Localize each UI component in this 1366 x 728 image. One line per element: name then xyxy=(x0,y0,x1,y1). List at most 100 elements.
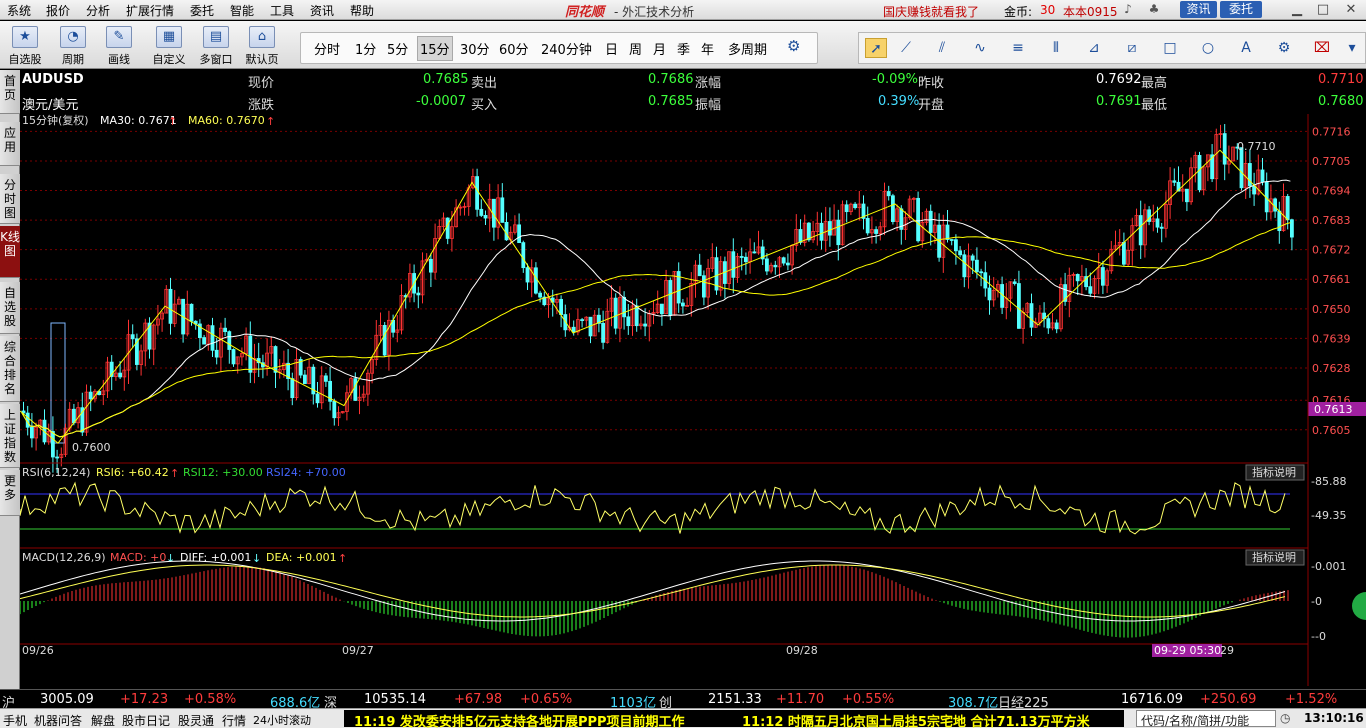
candle-body xyxy=(1185,188,1189,203)
parallel-line-icon[interactable]: ⫽ xyxy=(931,38,953,58)
rectangle-icon[interactable]: □ xyxy=(1159,38,1181,58)
candle-body xyxy=(580,319,584,322)
menu-tools[interactable]: 工具 xyxy=(270,2,294,19)
status-robot-qa[interactable]: 机器问答 xyxy=(34,712,82,728)
sidetab-more[interactable]: 更多 xyxy=(0,470,20,516)
menu-smart[interactable]: 智能 xyxy=(230,2,254,19)
candle-body xyxy=(500,197,505,223)
fan-line-icon[interactable]: ⊿ xyxy=(1083,38,1105,58)
ellipse-icon[interactable]: ○ xyxy=(1197,38,1219,58)
candle-body xyxy=(382,325,387,356)
sidetab-watchlist[interactable]: 自选股 xyxy=(0,282,20,334)
wave-line-icon[interactable]: ∿ xyxy=(969,38,991,58)
period-15min[interactable]: 15分 xyxy=(417,36,453,61)
menu-news[interactable]: 资讯 xyxy=(310,2,334,19)
period-multi[interactable]: 多周期 xyxy=(728,39,767,58)
status-analysis[interactable]: 解盘 xyxy=(91,712,115,728)
period-month[interactable]: 月 xyxy=(653,39,666,58)
candle-body xyxy=(807,222,811,241)
status-quote[interactable]: 行情 xyxy=(222,712,246,728)
sidetab-apps[interactable]: 应用 xyxy=(0,122,20,166)
candle-body xyxy=(1012,281,1017,284)
watchlist-button[interactable]: ★ 自选股 xyxy=(4,21,46,69)
price-tick: 0.7639 xyxy=(1312,332,1351,345)
candle-body xyxy=(773,264,778,268)
delete-drawing-icon[interactable]: ⌧ xyxy=(1311,38,1333,58)
period-5min[interactable]: 5分 xyxy=(387,39,408,58)
candle-body xyxy=(428,258,433,273)
menu-analysis[interactable]: 分析 xyxy=(86,2,110,19)
sidetab-kline[interactable]: K线图 xyxy=(0,226,20,278)
draw-settings-icon[interactable]: ⚙ xyxy=(1273,38,1295,58)
rsi12-label: RSI12: +30.00 xyxy=(183,466,263,479)
more-tools-icon[interactable]: ▾ xyxy=(1341,38,1363,58)
news-ticker[interactable]: 11:19 发改委安排5亿元支持各地开展PPP项目前期工作 11:12 时隔五月… xyxy=(344,710,1124,728)
candle-body xyxy=(962,254,967,278)
index-sz-value: 10535.14 xyxy=(364,692,427,707)
info-button[interactable]: 资讯 xyxy=(1180,1,1217,18)
cursor-icon[interactable]: ➚ xyxy=(865,38,887,58)
menu-extended-quote[interactable]: 扩展行情 xyxy=(126,2,174,19)
candle-body xyxy=(475,176,480,210)
line-tool-icon[interactable]: ⟋ xyxy=(895,38,917,58)
candle-body xyxy=(118,372,122,378)
customize-button[interactable]: ▦ 自定义 xyxy=(148,21,190,69)
menu-system[interactable]: 系统 xyxy=(7,2,31,19)
period-1min[interactable]: 1分 xyxy=(355,39,376,58)
period-240min[interactable]: 240分钟 xyxy=(541,39,592,58)
settings-gear-icon[interactable]: ⚙ xyxy=(787,37,800,55)
news-item-1[interactable]: 11:19 发改委安排5亿元支持各地开展PPP项目前期工作 xyxy=(354,711,685,728)
shirt-icon[interactable]: ♣ xyxy=(1146,2,1162,17)
period-week[interactable]: 周 xyxy=(629,39,642,58)
price-tick: 0.7672 xyxy=(1312,244,1351,257)
maximize-icon[interactable]: □ xyxy=(1310,1,1336,18)
main-period-label: 15分钟(复权) xyxy=(22,114,89,127)
kline-chart[interactable]: 15分钟(复权) MA30: 0.7671 MA60: 0.7670 ↑ ↑ 0… xyxy=(20,114,1366,686)
status-stock-link[interactable]: 股灵通 xyxy=(178,712,214,728)
channel-icon[interactable]: ⧄ xyxy=(1121,38,1143,58)
period-year[interactable]: 年 xyxy=(701,39,714,58)
close-icon[interactable]: ✕ xyxy=(1338,1,1364,18)
text-tool-icon[interactable]: A xyxy=(1235,38,1257,58)
bell-icon[interactable]: ♪ xyxy=(1120,2,1136,17)
period-timeshare[interactable]: 分时 xyxy=(314,39,340,58)
status-diary[interactable]: 股市日记 xyxy=(122,712,170,728)
menu-trade[interactable]: 委托 xyxy=(190,2,214,19)
period-day[interactable]: 日 xyxy=(605,39,618,58)
menu-quote[interactable]: 报价 xyxy=(46,2,70,19)
draw-line-button[interactable]: ✎ 画线 xyxy=(98,21,140,69)
promo-link[interactable]: 国庆赚钱就看我了 xyxy=(883,3,979,20)
price-tick: 0.7683 xyxy=(1312,214,1351,227)
quote-header: AUDUSD 澳元/美元 现价 0.7685 涨跌 -0.0007 卖出 0.7… xyxy=(20,70,1366,114)
symbol-name: 澳元/美元 xyxy=(22,98,79,113)
sidetab-home[interactable]: 首页 xyxy=(0,70,20,114)
news-item-2[interactable]: 11:12 时隔五月北京国土局挂5宗宅地 合计71.13万平方米 xyxy=(742,711,1090,728)
candle-body xyxy=(231,349,236,365)
sidetab-shanghai-index[interactable]: 上证指数 xyxy=(0,404,20,468)
period-quarter[interactable]: 季 xyxy=(677,39,690,58)
multi-window-button[interactable]: ▤ 多窗口 xyxy=(195,21,237,69)
period-30min[interactable]: 30分 xyxy=(460,39,490,58)
sidetab-ranking[interactable]: 综合排名 xyxy=(0,336,20,402)
menu-help[interactable]: 帮助 xyxy=(350,2,374,19)
ma30-label: MA30: 0.7671 xyxy=(100,114,177,127)
candle-body xyxy=(248,335,253,373)
candle-body xyxy=(886,191,891,197)
index-nikkei-value: 16716.09 xyxy=(1121,692,1184,707)
status-24h[interactable]: 24小时滚动 xyxy=(253,712,311,728)
account-name[interactable]: 本本0915 xyxy=(1063,3,1118,20)
fibonacci-icon[interactable]: ≡ xyxy=(1007,38,1029,58)
candles-layer xyxy=(21,124,1294,473)
candle-body xyxy=(853,203,857,209)
sidetab-timeshare[interactable]: 分时图 xyxy=(0,174,20,224)
period-60min[interactable]: 60分 xyxy=(499,39,529,58)
default-page-button[interactable]: ⌂ 默认页 xyxy=(241,21,283,69)
status-mobile[interactable]: 手机 xyxy=(3,712,27,728)
minimize-icon[interactable]: ▁ xyxy=(1284,1,1310,18)
bars-tool-icon[interactable]: ⦀ xyxy=(1045,38,1067,58)
trade-button[interactable]: 委托 xyxy=(1220,1,1262,18)
macd-tick-zero: -0 xyxy=(1311,595,1322,608)
float-badge[interactable] xyxy=(1352,592,1366,620)
search-input[interactable]: 代码/名称/简拼/功能 xyxy=(1136,710,1276,728)
period-button[interactable]: ◔ 周期 xyxy=(52,21,94,69)
